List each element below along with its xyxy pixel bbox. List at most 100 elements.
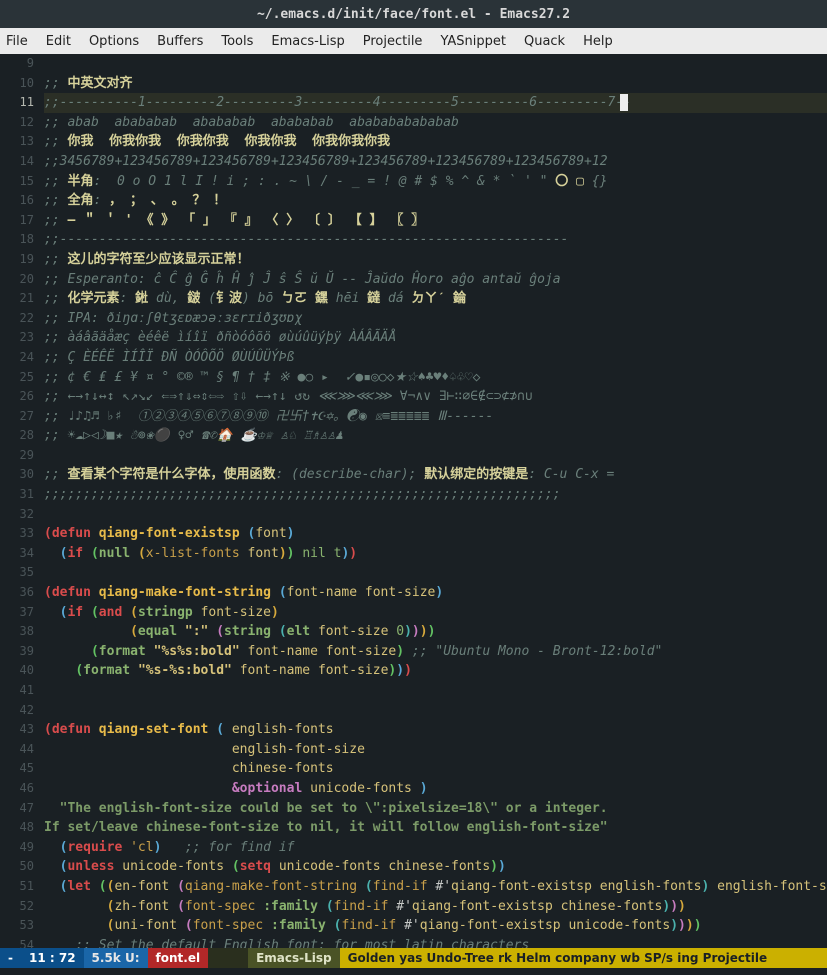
code-line[interactable]: ;; ♩♪♫♬ ♭♯ ①②③④⑤⑥⑦⑧⑨⑩ 卍卐†✝☪✡。☯◉ ☒≡≣≣≣≣≣ … [44, 407, 827, 427]
line-number: 32 [0, 505, 34, 525]
code-line[interactable]: ;; àáâãäåæç èéêë ìíîï ðñòóôõö øùúûüýþÿ À… [44, 328, 827, 348]
code-line[interactable]: (require 'cl) ;; for find if [44, 838, 827, 858]
code-line[interactable]: ;; ☀☁▷◁☽■★ ☃⊚❀⚫ ♀♂ ☎✆🏠 ☕♔♕ ♙♘ ♖♗♙♙♟ [44, 426, 827, 446]
code-line[interactable]: ;; 查看某个字符是什么字体，使用函数: (describe-char); 默认… [44, 465, 827, 485]
code-line[interactable]: (uni-font (font-spec :family (find-if #'… [44, 916, 827, 936]
code-line[interactable]: "The english-font-size could be set to \… [44, 799, 827, 819]
code-area[interactable]: ;; 中英文对齐;;----------1---------2---------… [40, 54, 827, 948]
line-number: 43 [0, 720, 34, 740]
text-cursor [620, 94, 628, 111]
code-line[interactable]: (format "%s%s:bold" font-name font-size)… [44, 642, 827, 662]
editor-area: 9101112131415161718192021222324252627282… [0, 54, 827, 948]
code-line[interactable]: &optional unicode-fonts ) [44, 779, 827, 799]
modeline-major-mode[interactable]: Emacs-Lisp [248, 948, 340, 968]
line-number: 20 [0, 270, 34, 290]
line-number: 14 [0, 152, 34, 172]
code-line[interactable]: ;; 半角: 0 o O 1 l I ! i ; : . ~ \ / - _ =… [44, 172, 827, 192]
code-line[interactable]: ;; 这儿的字符至少应该显示正常！ [44, 250, 827, 270]
line-number: 15 [0, 172, 34, 192]
code-line[interactable]: (format "%s-%s:bold" font-name font-size… [44, 661, 827, 681]
line-number: 29 [0, 446, 34, 466]
menu-item-edit[interactable]: Edit [46, 34, 71, 49]
menu-item-quack[interactable]: Quack [524, 34, 565, 49]
modeline-buffer-name[interactable]: font.el [148, 948, 209, 968]
line-number: 40 [0, 661, 34, 681]
code-line[interactable]: (equal ":" (string (elt font-size 0)))) [44, 622, 827, 642]
code-line[interactable]: ;;;;;;;;;;;;;;;;;;;;;;;;;;;;;;;;;;;;;;;;… [44, 485, 827, 505]
line-number: 53 [0, 916, 34, 936]
code-line[interactable]: ;; ←→↑↓↔↕ ↖↗↘↙ ⇐⇒⇑⇓⇔⇕⇦⇨ ⇧⇩ ←→↑↓ ↺↻ ⋘⋙⋘⋙ … [44, 387, 827, 407]
menu-item-emacs-lisp[interactable]: Emacs-Lisp [271, 34, 344, 49]
line-number: 12 [0, 113, 34, 133]
menu-item-yasnippet[interactable]: YASnippet [440, 34, 506, 49]
code-line[interactable]: If set/leave chinese-font-size to nil, i… [44, 818, 827, 838]
code-line[interactable]: ;; abab abababab abababab abababab ababa… [44, 113, 827, 133]
code-line[interactable]: ;;3456789+123456789+123456789+123456789+… [44, 152, 827, 172]
menu-item-projectile[interactable]: Projectile [363, 34, 423, 49]
modeline-position: 11 : 72 [21, 948, 84, 968]
code-line[interactable]: ;; Set the default English font: for mos… [44, 936, 827, 948]
code-line[interactable] [44, 681, 827, 701]
code-line[interactable]: (defun qiang-font-existsp (font) [44, 524, 827, 544]
code-line[interactable]: chinese-fonts [44, 759, 827, 779]
code-line[interactable] [44, 446, 827, 466]
line-number: 25 [0, 368, 34, 388]
line-number: 17 [0, 211, 34, 231]
line-number: 31 [0, 485, 34, 505]
code-line[interactable] [44, 701, 827, 721]
line-number: 49 [0, 838, 34, 858]
code-line[interactable]: (if (and (stringp font-size) [44, 603, 827, 623]
code-line[interactable]: ;; Ç ÈÉÊË ÌÍÎÏ ÐÑ ÒÓÔÕÖ ØÙÚÛÜÝÞß [44, 348, 827, 368]
line-number: 35 [0, 563, 34, 583]
code-line[interactable]: ;; 中英文对齐 [44, 74, 827, 94]
code-line[interactable]: (zh-font (font-spec :family (find-if #'q… [44, 897, 827, 917]
line-number: 38 [0, 622, 34, 642]
line-number: 41 [0, 681, 34, 701]
code-line[interactable]: (unless unicode-fonts (setq unicode-font… [44, 857, 827, 877]
line-number: 24 [0, 348, 34, 368]
menu-item-tools[interactable]: Tools [221, 34, 253, 49]
line-number: 45 [0, 759, 34, 779]
menu-bar[interactable]: File Edit Options Buffers Tools Emacs-Lisp Pro… [0, 28, 827, 54]
code-line[interactable] [44, 563, 827, 583]
line-number: 47 [0, 799, 34, 819]
code-line[interactable]: ;;--------------------------------------… [44, 230, 827, 250]
code-line[interactable]: ;; Esperanto: ĉ Ĉ ĝ Ĝ ĥ Ĥ ĵ Ĵ ŝ Ŝ ŭ Ŭ --… [44, 270, 827, 290]
line-number: 30 [0, 465, 34, 485]
window-title: ~/.emacs.d/init/face/font.el - Emacs27.2 [257, 7, 570, 22]
code-line[interactable]: (if (null (x-list-fonts font)) nil t)) [44, 544, 827, 564]
line-number: 46 [0, 779, 34, 799]
line-number: 33 [0, 524, 34, 544]
code-line[interactable]: ;; 全角: ， ； 、 。 ？ ！ [44, 191, 827, 211]
line-number: 16 [0, 191, 34, 211]
code-line[interactable] [44, 54, 827, 74]
line-number: 19 [0, 250, 34, 270]
code-line[interactable]: ;; — ＂ ＇ ' 《 》 「 」 『 』 〈 〉 〔 〕 【 】 〖 〗 [44, 211, 827, 231]
line-number: 51 [0, 877, 34, 897]
code-line[interactable]: (defun qiang-set-font ( english-fonts [44, 720, 827, 740]
code-line[interactable]: (let ((en-font (qiang-make-font-string (… [44, 877, 827, 897]
code-line[interactable] [44, 505, 827, 525]
line-number: 21 [0, 289, 34, 309]
code-line[interactable]: ;; 你我 你我你我 你我你我 你我你我 你我你我你我 [44, 132, 827, 152]
menu-item-buffers[interactable]: Buffers [157, 34, 203, 49]
code-line[interactable]: ;; IPA: ðiŋɑːʃθtʒɛɒæɔəːɜɛrɪiðʒʊɒχ [44, 309, 827, 329]
line-number: 50 [0, 857, 34, 877]
code-line[interactable]: english-font-size [44, 740, 827, 760]
line-number: 36 [0, 583, 34, 603]
code-line[interactable]: ;;----------1---------2---------3-------… [44, 93, 827, 113]
code-line[interactable]: (defun qiang-make-font-string (font-name… [44, 583, 827, 603]
line-number: 34 [0, 544, 34, 564]
line-number: 28 [0, 426, 34, 446]
code-line[interactable]: ;; 化学元素: 𨧀 dù, 𨨏 (钅波) bō ㄅㄛ 𨭆 hēi 鐽 dá ㄉ… [44, 289, 827, 309]
menu-item-options[interactable]: Options [89, 34, 139, 49]
menu-item-help[interactable]: Help [583, 34, 613, 49]
line-number-gutter: 9101112131415161718192021222324252627282… [0, 54, 40, 948]
modeline-sep [208, 948, 248, 968]
line-number: 22 [0, 309, 34, 329]
code-line[interactable]: ;; ¢ € ₤ £ ¥ ¤ ° ©® ™ § ¶ † ‡ ※ ●○ ▸ ✓●▪… [44, 368, 827, 388]
line-number: 18 [0, 230, 34, 250]
line-number: 44 [0, 740, 34, 760]
line-number: 10 [0, 74, 34, 94]
menu-item-file[interactable]: File [6, 34, 28, 49]
